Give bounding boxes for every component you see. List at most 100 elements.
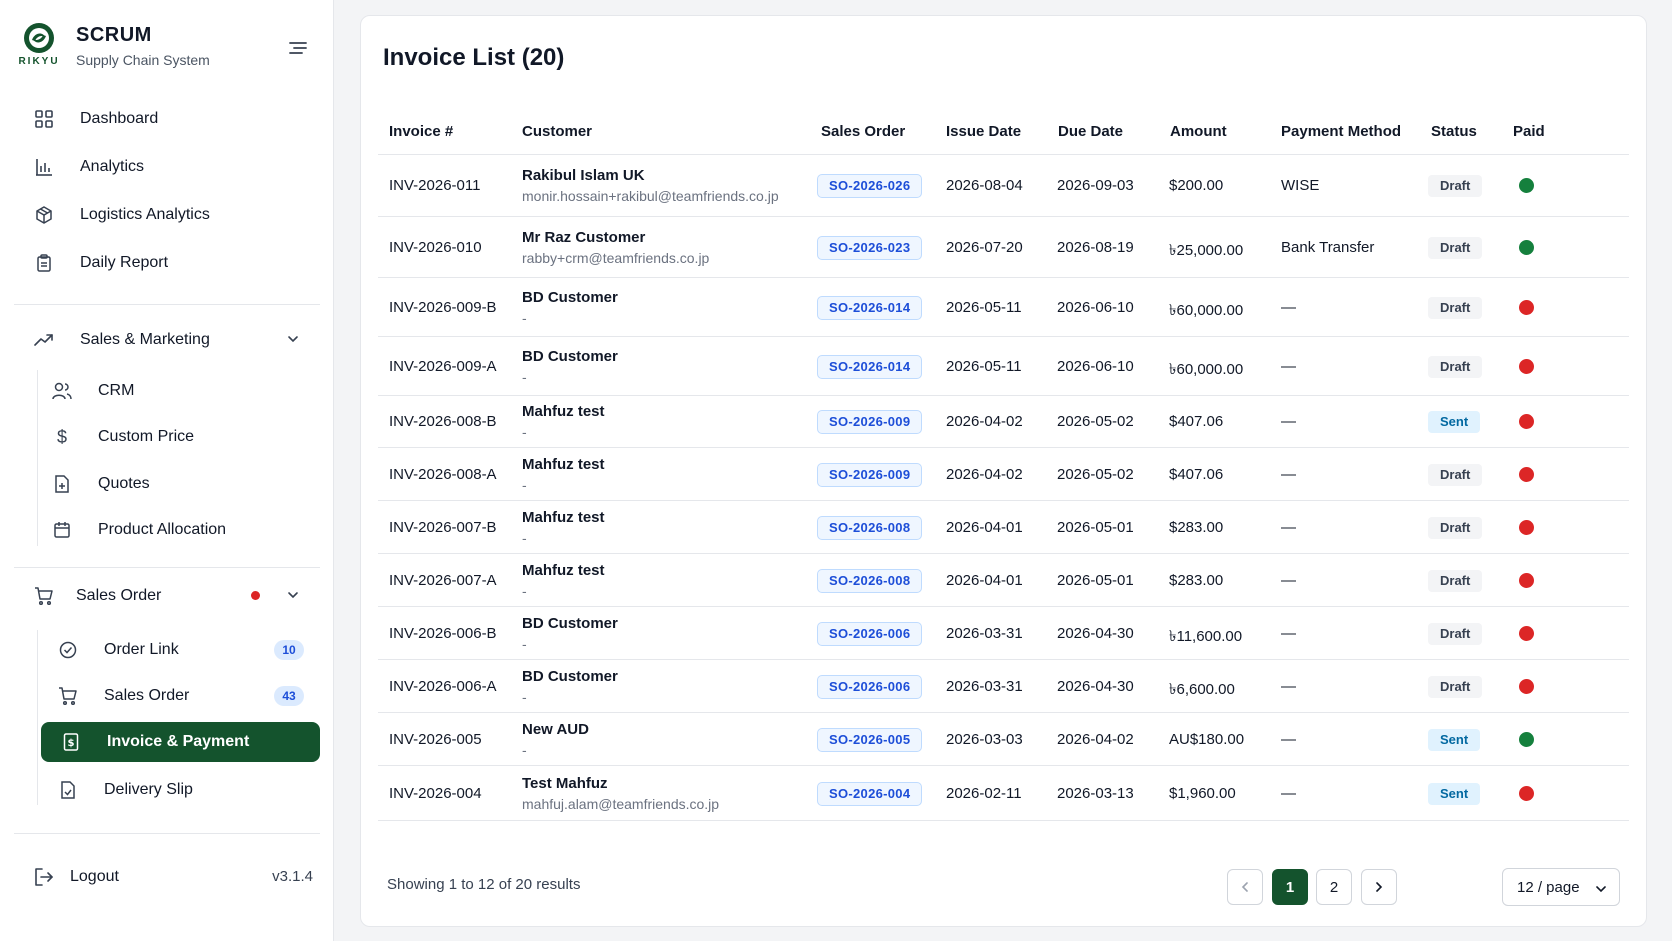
sales-order-link[interactable]: SO-2026-014 — [817, 295, 923, 320]
prev-page-button[interactable] — [1227, 869, 1263, 905]
table-row[interactable]: INV-2026-006-A BD Customer - SO-2026-006 202… — [378, 660, 1629, 713]
chevron-down-icon — [1595, 882, 1607, 899]
col-paid[interactable]: Paid — [1513, 123, 1545, 140]
next-page-button[interactable] — [1361, 869, 1397, 905]
table-row[interactable]: INV-2026-008-A Mahfuz test - SO-2026-009 202… — [378, 448, 1629, 501]
status-badge: Draft — [1428, 569, 1483, 592]
page-1-button[interactable]: 1 — [1272, 869, 1308, 905]
invoice-number[interactable]: INV-2026-007-A — [389, 572, 497, 589]
sales-order-link[interactable]: SO-2026-014 — [817, 354, 923, 379]
table-row[interactable]: INV-2026-009-A BD Customer - SO-2026-014 202… — [378, 337, 1629, 396]
sales-order-link[interactable]: SO-2026-005 — [817, 727, 923, 752]
sidebar-divider — [14, 567, 320, 568]
customer-name: BD Customer — [522, 614, 618, 632]
customer-cell: BD Customer - — [522, 668, 618, 705]
table-row[interactable]: INV-2026-006-B BD Customer - SO-2026-006 202… — [378, 607, 1629, 660]
table-row[interactable]: INV-2026-011 Rakibul Islam UK monir.hossai… — [378, 155, 1629, 217]
nav-product-allocation[interactable]: Product Allocation — [14, 510, 320, 550]
nav-crm[interactable]: CRM — [14, 371, 320, 411]
col-due-date[interactable]: Due Date — [1058, 123, 1123, 140]
nav-delivery-slip[interactable]: Delivery Slip — [14, 770, 320, 810]
chevron-down-icon — [286, 332, 300, 351]
col-status[interactable]: Status — [1431, 123, 1477, 140]
sales-order-link[interactable]: SO-2026-009 — [817, 410, 923, 434]
customer-name: BD Customer — [522, 667, 618, 685]
customer-name: Mahfuz test — [522, 561, 605, 579]
col-sales-order[interactable]: Sales Order — [821, 123, 905, 140]
notification-dot — [251, 591, 260, 600]
nav-delivery-slip-label: Delivery Slip — [104, 781, 193, 798]
table-row[interactable]: INV-2026-008-B Mahfuz test - SO-2026-009 202… — [378, 396, 1629, 448]
customer-cell: Rakibul Islam UK monir.hossain+rakibul@te… — [522, 167, 779, 204]
brand[interactable]: RIKYU SCRUM Supply Chain System — [18, 22, 210, 68]
nav-order-link[interactable]: Order Link 10 — [14, 630, 320, 670]
paid-indicator — [1519, 785, 1534, 801]
sales-order-link[interactable]: SO-2026-006 — [817, 674, 923, 699]
col-issue-date[interactable]: Issue Date — [946, 123, 1021, 140]
paid-indicator — [1519, 678, 1534, 694]
table-row[interactable]: INV-2026-009-B BD Customer - SO-2026-014 202… — [378, 278, 1629, 337]
sales-order-link[interactable]: SO-2026-009 — [817, 462, 923, 487]
page-size-select[interactable]: 12 / page — [1502, 868, 1620, 906]
table-row[interactable]: INV-2026-010 Mr Raz Customer rabby+crm@tea… — [378, 217, 1629, 278]
invoice-number[interactable]: INV-2026-004 — [389, 785, 482, 802]
invoice-number[interactable]: INV-2026-006-B — [389, 625, 497, 642]
invoice-number[interactable]: INV-2026-010 — [389, 239, 482, 256]
nav-logistics-analytics[interactable]: Logistics Analytics — [14, 195, 320, 235]
logout-icon — [34, 868, 54, 886]
sales-order-count-badge: 43 — [274, 686, 304, 706]
customer-email: - — [522, 635, 527, 652]
amount: ৳60,000.00 — [1169, 360, 1244, 378]
issue-date: 2026-08-04 — [946, 177, 1023, 194]
amount: ৳60,000.00 — [1169, 301, 1244, 319]
collapse-sidebar-button[interactable] — [286, 36, 310, 60]
invoice-number[interactable]: INV-2026-008-A — [389, 466, 497, 483]
table-row[interactable]: INV-2026-004 Test Mahfuz mahfuj.alam@teamf… — [378, 766, 1629, 821]
app-title: SCRUM — [76, 24, 152, 46]
col-customer[interactable]: Customer — [522, 123, 592, 140]
nav-dashboard[interactable]: Dashboard — [14, 99, 320, 139]
paid-indicator — [1519, 358, 1534, 374]
invoice-number[interactable]: INV-2026-011 — [389, 177, 480, 194]
invoice-number[interactable]: INV-2026-007-B — [389, 519, 497, 536]
sales-order-link[interactable]: SO-2026-023 — [817, 235, 923, 260]
table-body: INV-2026-011 Rakibul Islam UK monir.hossai… — [378, 155, 1629, 821]
clipboard-icon — [32, 251, 56, 275]
trending-up-icon — [32, 328, 56, 352]
sales-order-link[interactable]: SO-2026-004 — [817, 781, 923, 806]
nav-daily-report[interactable]: Daily Report — [14, 243, 320, 283]
paid-indicator — [1519, 178, 1534, 193]
sales-order-link[interactable]: SO-2026-006 — [817, 621, 923, 646]
nav-crm-label: CRM — [98, 382, 135, 399]
invoice-number[interactable]: INV-2026-006-A — [389, 678, 497, 695]
issue-date: 2026-04-02 — [946, 465, 1023, 483]
table-row[interactable]: INV-2026-007-B Mahfuz test - SO-2026-008 202… — [378, 501, 1629, 554]
col-amount[interactable]: Amount — [1170, 123, 1227, 140]
nav-invoice-payment[interactable]: $ Invoice & Payment — [41, 722, 320, 762]
invoice-number[interactable]: INV-2026-009-B — [389, 299, 497, 316]
nav-sales-order[interactable]: Sales Order 43 — [14, 676, 320, 716]
customer-email: mahfuj.alam@teamfriends.co.jp — [522, 795, 720, 812]
payment-method: — — [1281, 784, 1296, 802]
nav-sales-order-group[interactable]: Sales Order — [14, 576, 320, 616]
nav-sales-marketing[interactable]: Sales & Marketing — [14, 320, 320, 360]
sales-order-link[interactable]: SO-2026-026 — [817, 174, 923, 198]
invoice-number[interactable]: INV-2026-009-A — [389, 358, 497, 375]
sales-order-link[interactable]: SO-2026-008 — [817, 515, 923, 540]
status-badge: Draft — [1428, 516, 1483, 539]
table-row[interactable]: INV-2026-005 New AUD - SO-2026-005 2026-03-0… — [378, 713, 1629, 766]
customer-email: - — [522, 741, 527, 758]
due-date: 2026-05-01 — [1057, 518, 1134, 536]
nav-custom-price[interactable]: $ Custom Price — [14, 417, 320, 457]
amount: $283.00 — [1169, 518, 1224, 536]
col-payment-method[interactable]: Payment Method — [1281, 123, 1401, 140]
nav-analytics[interactable]: Analytics — [14, 147, 320, 187]
sales-order-link[interactable]: SO-2026-008 — [817, 568, 923, 593]
col-invoice[interactable]: Invoice # — [389, 123, 453, 140]
order-link-count-badge: 10 — [274, 640, 304, 660]
page-2-button[interactable]: 2 — [1316, 869, 1352, 905]
invoice-number[interactable]: INV-2026-008-B — [389, 413, 497, 430]
nav-quotes[interactable]: Quotes — [14, 464, 320, 504]
invoice-number[interactable]: INV-2026-005 — [389, 731, 482, 748]
table-row[interactable]: INV-2026-007-A Mahfuz test - SO-2026-008 202… — [378, 554, 1629, 607]
